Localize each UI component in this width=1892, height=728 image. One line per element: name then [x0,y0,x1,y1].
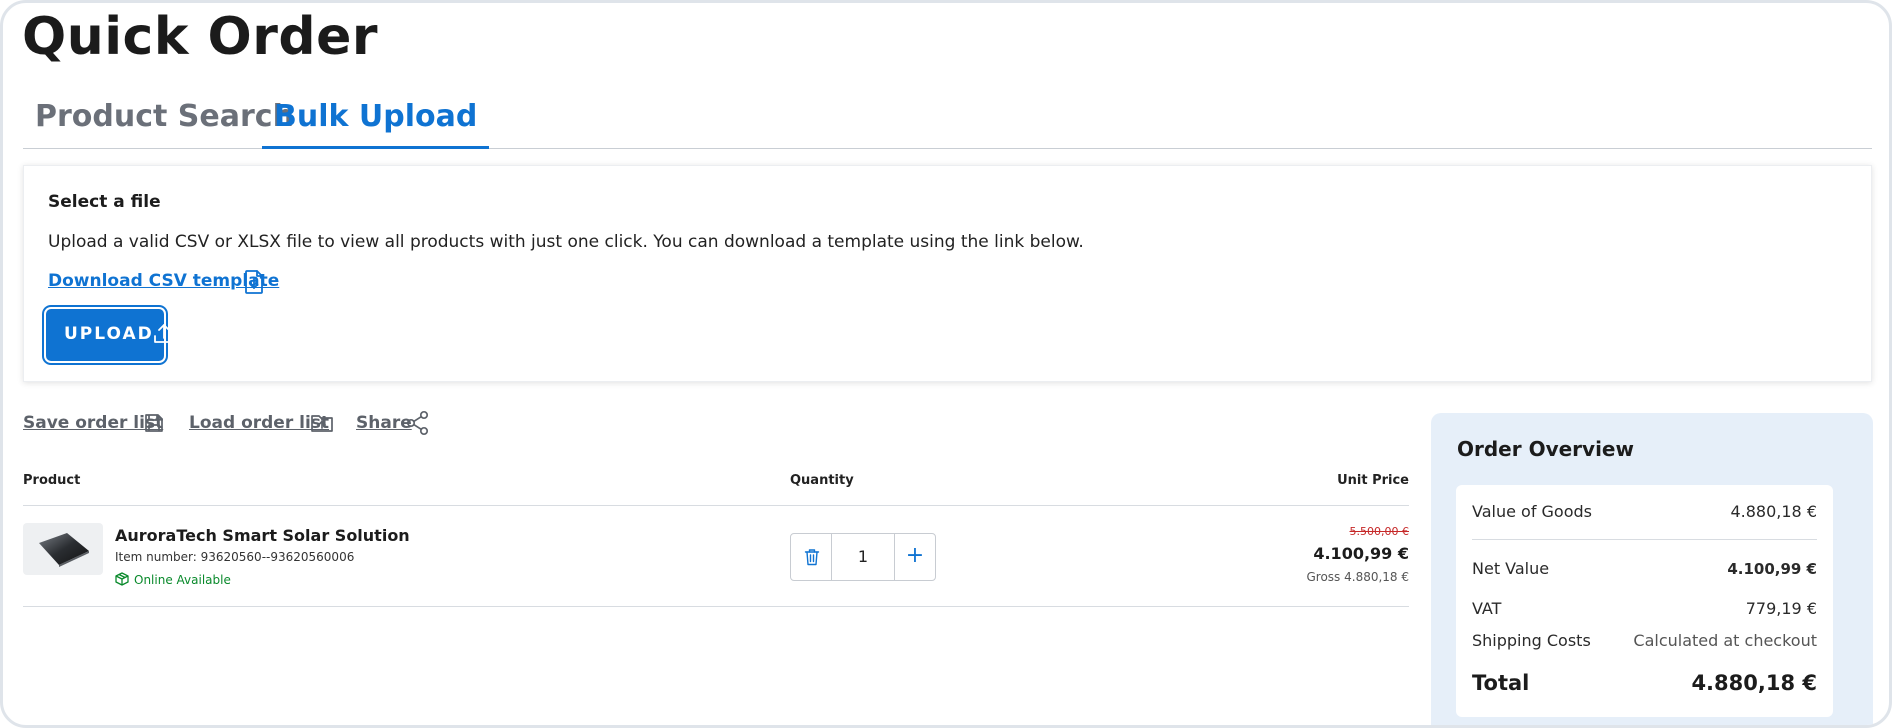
page-title: Quick Order [22,7,379,67]
header-divider [23,505,1409,506]
increase-quantity-button[interactable]: + [894,534,935,580]
column-header-unit-price: Unit Price [1337,473,1409,488]
availability-label: Online Available [134,573,231,587]
order-overview-title: Order Overview [1457,437,1634,461]
product-name[interactable]: AuroraTech Smart Solar Solution [115,526,410,545]
shipping-costs-value: Calculated at checkout [1633,631,1817,650]
save-icon [145,414,163,432]
quick-order-page: Quick Order Product Search Bulk Upload S… [0,0,1892,728]
total-label: Total [1472,671,1530,695]
upload-card: Select a file Upload a valid CSV or XLSX… [23,165,1872,382]
original-price: 5.500,00 € [1349,525,1409,538]
tab-bulk-upload[interactable]: Bulk Upload [262,91,490,149]
row-divider [23,606,1409,607]
upload-button[interactable]: UPLOAD [46,309,174,361]
total-value: 4.880,18 € [1691,671,1817,695]
net-value-value: 4.100,99 € [1727,560,1817,578]
vat-label: VAT [1472,599,1502,618]
remove-item-button[interactable] [791,534,832,580]
value-of-goods-value: 4.880,18 € [1730,502,1817,521]
solar-panel-icon [39,533,89,567]
load-order-list-link[interactable]: Load order list [189,413,333,433]
column-header-quantity: Quantity [790,473,854,488]
column-header-product: Product [23,473,81,488]
share-link[interactable]: Share [356,410,429,436]
tab-product-search[interactable]: Product Search [35,91,294,149]
quantity-input[interactable]: 1 [832,534,894,580]
tab-bar: Product Search Bulk Upload [23,91,1872,149]
upload-icon [154,324,174,343]
vat-value: 779,19 € [1745,599,1817,618]
product-item-number: Item number: 93620560--93620560006 [115,550,355,564]
trash-icon [804,549,820,566]
file-download-icon[interactable] [243,269,265,295]
value-of-goods-label: Value of Goods [1472,502,1592,521]
overview-divider [1472,539,1817,540]
upload-card-title: Select a file [48,192,161,212]
shipping-costs-label: Shipping Costs [1472,631,1591,650]
share-label: Share [356,413,412,433]
package-icon [115,572,129,586]
upload-button-label: UPLOAD [64,324,154,344]
net-value-label: Net Value [1472,559,1550,578]
save-order-list-link[interactable]: Save order list [23,413,163,433]
load-order-list-label: Load order list [189,413,330,433]
order-overview-card: Value of Goods 4.880,18 € Net Value 4.10… [1456,485,1833,717]
unit-price: 4.100,99 € [1313,544,1409,563]
product-image[interactable] [23,523,103,575]
folder-upload-icon [311,415,333,432]
quantity-stepper: 1 + [790,533,936,581]
order-overview-panel: Order Overview Value of Goods 4.880,18 €… [1431,413,1873,725]
share-icon [406,410,429,436]
upload-description: Upload a valid CSV or XLSX file to view … [48,232,1084,252]
gross-price: Gross 4.880,18 € [1306,570,1409,584]
